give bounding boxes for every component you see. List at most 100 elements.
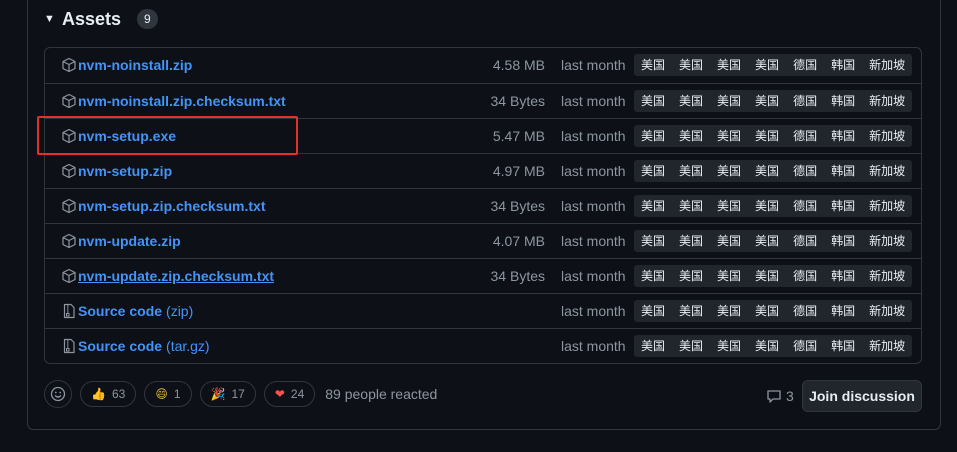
asset-link[interactable]: nvm-update.zip.checksum.txt [61, 259, 274, 293]
assets-header[interactable]: ▼ Assets 9 [44, 6, 158, 32]
mirror-link[interactable]: 德国 [786, 230, 824, 252]
mirror-link[interactable]: 美国 [672, 90, 710, 112]
mirror-link[interactable]: 美国 [748, 195, 786, 217]
add-reaction-button[interactable] [44, 380, 72, 408]
mirror-link[interactable]: 美国 [634, 125, 672, 147]
mirror-links: 美国 美国 美国 美国 德国 韩国 新加坡 [634, 54, 913, 76]
mirror-link[interactable]: 美国 [710, 90, 748, 112]
mirror-link[interactable]: 美国 [634, 195, 672, 217]
mirror-link[interactable]: 美国 [748, 300, 786, 322]
mirror-link[interactable]: 美国 [710, 230, 748, 252]
mirror-link[interactable]: 新加坡 [862, 90, 912, 112]
mirror-link[interactable]: 美国 [634, 160, 672, 182]
asset-name: nvm-update.zip.checksum.txt [78, 268, 275, 284]
asset-link[interactable]: Source code (tar.gz) [61, 329, 210, 363]
mirror-link[interactable]: 德国 [786, 300, 824, 322]
asset-link[interactable]: nvm-setup.zip.checksum.txt [61, 189, 266, 223]
mirror-link[interactable]: 美国 [710, 300, 748, 322]
mirror-link[interactable]: 美国 [634, 90, 672, 112]
mirror-link[interactable]: 韩国 [824, 335, 862, 357]
asset-name: nvm-noinstall.zip [78, 57, 193, 73]
mirror-link[interactable]: 新加坡 [862, 160, 912, 182]
mirror-link[interactable]: 美国 [634, 335, 672, 357]
asset-date: last month [561, 338, 626, 354]
asset-link[interactable]: nvm-update.zip [61, 224, 181, 258]
asset-date: last month [561, 268, 626, 284]
reaction-hooray-button[interactable]: 🎉 17 [199, 381, 256, 407]
mirror-link[interactable]: 美国 [710, 125, 748, 147]
mirror-link[interactable]: 美国 [634, 54, 672, 76]
asset-size: 34 Bytes [490, 93, 545, 109]
triangle-down-icon: ▼ [44, 13, 55, 25]
mirror-link[interactable]: 德国 [786, 335, 824, 357]
asset-size: 5.47 MB [492, 128, 545, 144]
mirror-link[interactable]: 德国 [786, 195, 824, 217]
mirror-link[interactable]: 美国 [672, 300, 710, 322]
mirror-link[interactable]: 美国 [672, 335, 710, 357]
asset-row: nvm-setup.zip 4.97 MB last month 美国 美国 美国 美国 德国… [45, 153, 921, 188]
package-icon [61, 233, 77, 249]
asset-link[interactable]: nvm-noinstall.zip.checksum.txt [61, 84, 286, 118]
mirror-link[interactable]: 新加坡 [862, 54, 912, 76]
reaction-heart-button[interactable]: ❤ 24 [263, 381, 316, 407]
mirror-link[interactable]: 美国 [748, 90, 786, 112]
mirror-link[interactable]: 新加坡 [862, 300, 912, 322]
mirror-link[interactable]: 韩国 [824, 300, 862, 322]
mirror-link[interactable]: 美国 [672, 160, 710, 182]
asset-size: 4.97 MB [492, 163, 545, 179]
discussion-count-value: 3 [786, 388, 794, 404]
mirror-link[interactable]: 新加坡 [862, 230, 912, 252]
package-icon [61, 198, 77, 214]
smiley-icon [50, 386, 66, 402]
mirror-link[interactable]: 韩国 [824, 125, 862, 147]
mirror-link[interactable]: 新加坡 [862, 265, 912, 287]
mirror-link[interactable]: 美国 [710, 195, 748, 217]
mirror-link[interactable]: 韩国 [824, 90, 862, 112]
mirror-link[interactable]: 韩国 [824, 160, 862, 182]
mirror-link[interactable]: 美国 [710, 160, 748, 182]
asset-suffix: (tar.gz) [166, 338, 210, 354]
mirror-link[interactable]: 德国 [786, 90, 824, 112]
mirror-link[interactable]: 美国 [748, 265, 786, 287]
mirror-link[interactable]: 美国 [748, 230, 786, 252]
mirror-link[interactable]: 韩国 [824, 265, 862, 287]
asset-link[interactable]: Source code (zip) [61, 294, 193, 328]
asset-date: last month [561, 163, 626, 179]
mirror-link[interactable]: 美国 [710, 335, 748, 357]
mirror-link[interactable]: 美国 [634, 300, 672, 322]
asset-link[interactable]: nvm-setup.zip [61, 154, 172, 188]
mirror-link[interactable]: 美国 [672, 54, 710, 76]
asset-link[interactable]: nvm-noinstall.zip [61, 48, 192, 82]
mirror-link[interactable]: 韩国 [824, 54, 862, 76]
mirror-link[interactable]: 美国 [672, 125, 710, 147]
heart-icon: ❤ [274, 387, 285, 401]
mirror-link[interactable]: 美国 [634, 230, 672, 252]
mirror-link[interactable]: 新加坡 [862, 125, 912, 147]
mirror-link[interactable]: 韩国 [824, 230, 862, 252]
mirror-link[interactable]: 德国 [786, 265, 824, 287]
mirror-link[interactable]: 美国 [672, 265, 710, 287]
asset-date: last month [561, 93, 626, 109]
mirror-link[interactable]: 韩国 [824, 195, 862, 217]
people-reacted: 89 people reacted [325, 386, 438, 402]
mirror-link[interactable]: 美国 [710, 54, 748, 76]
mirror-link[interactable]: 美国 [672, 230, 710, 252]
discussion-count[interactable]: 3 [766, 386, 794, 406]
reaction-laugh-button[interactable]: 😄 1 [144, 381, 192, 407]
mirror-link[interactable]: 美国 [634, 265, 672, 287]
mirror-link[interactable]: 新加坡 [862, 335, 912, 357]
reaction-thumbs-up-button[interactable]: 👍 63 [80, 381, 137, 407]
mirror-link[interactable]: 美国 [748, 160, 786, 182]
mirror-link[interactable]: 美国 [748, 335, 786, 357]
mirror-link[interactable]: 美国 [748, 54, 786, 76]
mirror-link[interactable]: 德国 [786, 54, 824, 76]
mirror-link[interactable]: 美国 [748, 125, 786, 147]
join-discussion-button[interactable]: Join discussion [802, 380, 922, 412]
mirror-link[interactable]: 新加坡 [862, 195, 912, 217]
reaction-list: 👍 63 😄 1 🎉 17 ❤ 24 [80, 381, 316, 407]
mirror-link[interactable]: 美国 [672, 195, 710, 217]
mirror-link[interactable]: 美国 [710, 265, 748, 287]
mirror-link[interactable]: 德国 [786, 125, 824, 147]
mirror-link[interactable]: 德国 [786, 160, 824, 182]
mirror-links: 美国 美国 美国 美国 德国 韩国 新加坡 [634, 335, 913, 357]
